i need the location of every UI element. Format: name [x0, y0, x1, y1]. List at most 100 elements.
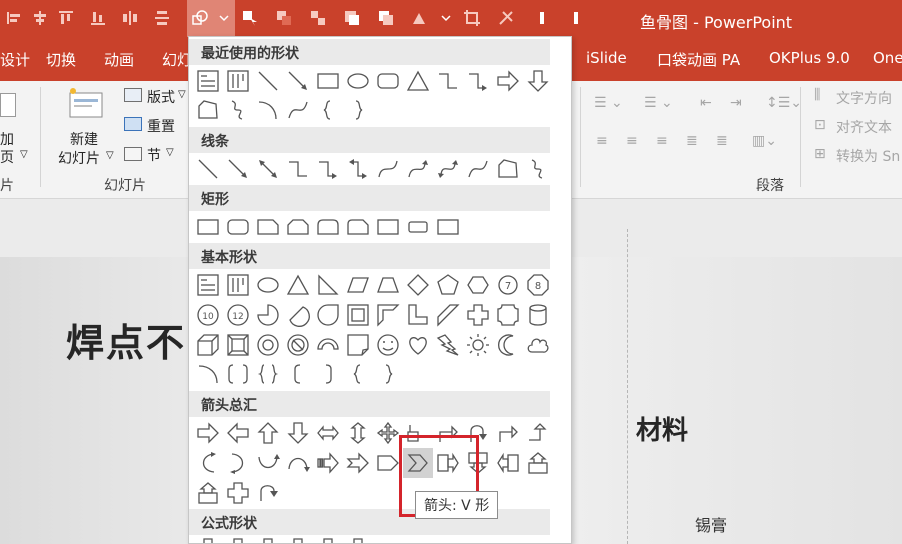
text-direction-icon[interactable]: ⫼ — [814, 87, 820, 103]
crop-icon[interactable] — [462, 8, 482, 28]
shape-bentarrow-icon[interactable] — [493, 418, 523, 448]
shape-ellipse-icon[interactable] — [253, 270, 283, 300]
tab-transitions[interactable]: 切换 — [46, 49, 76, 70]
shape-diagstripe-icon[interactable] — [433, 300, 463, 330]
shape-scurve-icon[interactable] — [463, 154, 493, 184]
smartart-icon[interactable]: ⊞ — [814, 146, 826, 162]
distribute-icon[interactable] — [120, 8, 140, 28]
shape-donut-icon[interactable] — [253, 330, 283, 360]
shape-textbox-icon[interactable] — [193, 270, 223, 300]
slide-text[interactable]: 锡膏 — [695, 512, 727, 536]
shape-diamond-icon[interactable] — [403, 270, 433, 300]
shape-rect-icon[interactable] — [193, 212, 223, 242]
shape-lightning-icon[interactable] — [433, 330, 463, 360]
tab-okplus[interactable]: OKPlus 9.0 — [769, 49, 850, 67]
shape-rbracket-icon[interactable] — [313, 359, 343, 389]
shape-elbow-icon[interactable] — [433, 66, 463, 96]
shape-teardrop-icon[interactable] — [313, 300, 343, 330]
shape-arrowline-icon[interactable] — [223, 154, 253, 184]
add-page-label[interactable]: 加 — [0, 129, 14, 149]
shape-arrowline-icon[interactable] — [283, 66, 313, 96]
shape-curve-icon[interactable] — [373, 154, 403, 184]
shape-rect-icon[interactable] — [313, 66, 343, 96]
shape-cloud-icon[interactable] — [523, 330, 553, 360]
shape-parallelogram-icon[interactable] — [343, 270, 373, 300]
section-icon[interactable] — [124, 147, 142, 161]
section-button[interactable]: 节 — [147, 145, 161, 165]
shape-plus-icon[interactable] — [463, 300, 493, 330]
chevron-down-icon[interactable]: ▽ — [178, 89, 186, 100]
shape-rect-small-icon[interactable] — [403, 212, 433, 242]
new-slide-label[interactable]: 新建 — [70, 129, 98, 149]
shape-tri-icon[interactable] — [403, 66, 433, 96]
shape-striped-icon[interactable] — [313, 448, 343, 478]
shape-pie-icon[interactable] — [253, 300, 283, 330]
shape-bracketpair-icon[interactable] — [223, 359, 253, 389]
shape-smiley-icon[interactable] — [373, 330, 403, 360]
shape-foldcorner-icon[interactable] — [343, 330, 373, 360]
shape-elbowarrow-icon[interactable] — [313, 154, 343, 184]
shape-plus-icon[interactable] — [223, 534, 253, 543]
chevron-down-icon[interactable] — [214, 8, 234, 28]
distribute-vertical-icon[interactable] — [152, 8, 172, 28]
shape-lbracket-icon[interactable] — [283, 359, 313, 389]
shapes-icon[interactable] — [190, 8, 210, 28]
shape-larrow-icon[interactable] — [223, 418, 253, 448]
shape-curvedL-icon[interactable] — [223, 448, 253, 478]
numbering-icon[interactable]: ☰ ⌄ — [644, 95, 673, 111]
shape-can-icon[interactable] — [523, 300, 553, 330]
slide-heading[interactable]: 材料 — [636, 410, 688, 447]
layout-icon[interactable] — [124, 88, 142, 102]
shape-circarrow2-icon[interactable] — [253, 478, 283, 508]
new-slide-icon[interactable] — [68, 87, 104, 119]
shape-trapezoid-icon[interactable] — [373, 270, 403, 300]
shape-darrow-icon[interactable] — [283, 418, 313, 448]
shape-line-icon[interactable] — [193, 154, 223, 184]
shape-callout-u-icon[interactable] — [193, 478, 223, 508]
shape-curvearrow-icon[interactable] — [403, 154, 433, 184]
decrease-indent-icon[interactable]: ⇤ — [700, 95, 712, 111]
justify-icon[interactable]: ≣ — [686, 133, 698, 149]
align-left-icon[interactable] — [4, 8, 24, 28]
align-text-icon[interactable]: ⊡ — [814, 117, 826, 133]
shape-octagon-icon[interactable]: 8 — [523, 270, 553, 300]
shape-textbox-icon[interactable] — [193, 66, 223, 96]
send-backward-icon[interactable] — [376, 8, 396, 28]
tab-onekey[interactable]: One — [873, 49, 902, 67]
shape-notched-icon[interactable] — [343, 448, 373, 478]
shape-curvedR-icon[interactable] — [193, 448, 223, 478]
shape-scribble-icon[interactable] — [223, 95, 253, 125]
shape-plus-icon[interactable] — [193, 534, 223, 543]
align-right-icon[interactable]: ≡ — [656, 133, 668, 149]
shape-freeform-icon[interactable] — [493, 154, 523, 184]
shape-curvedU-icon[interactable] — [253, 448, 283, 478]
distributed-icon[interactable]: ≣ — [716, 133, 728, 149]
reset-button[interactable]: 重置 — [147, 116, 175, 136]
shape-blockarc-icon[interactable] — [313, 330, 343, 360]
shape-arc-icon[interactable] — [253, 95, 283, 125]
align-center-icon[interactable] — [30, 8, 50, 28]
align-center-icon[interactable]: ≡ — [626, 133, 638, 149]
shape-rtri-icon[interactable] — [313, 270, 343, 300]
bring-forward-icon[interactable] — [342, 8, 362, 28]
slide-title[interactable]: 焊点不 — [66, 312, 186, 367]
shape-bevel-icon[interactable] — [223, 330, 253, 360]
shape-bracepair-icon[interactable] — [253, 359, 283, 389]
shape-rect-round2-icon[interactable] — [313, 212, 343, 242]
rotate-icon[interactable] — [410, 8, 430, 28]
width-icon[interactable] — [532, 8, 552, 28]
shape-rarrow-icon[interactable] — [193, 418, 223, 448]
shape-sun-icon[interactable] — [463, 330, 493, 360]
add-page-icon[interactable] — [0, 93, 16, 117]
shape-rect-icon[interactable] — [373, 212, 403, 242]
line-spacing-icon[interactable]: ↕☰⌄ — [766, 95, 802, 111]
shape-lrarrow-icon[interactable] — [313, 418, 343, 448]
shape-line-icon[interactable] — [253, 66, 283, 96]
shape-uarrow-icon[interactable] — [253, 418, 283, 448]
tab-design[interactable]: 设计 — [0, 49, 30, 70]
align-left-icon[interactable]: ≡ — [596, 133, 608, 149]
shape-callout-l-icon[interactable] — [493, 448, 523, 478]
columns-icon[interactable]: ▥⌄ — [752, 133, 777, 149]
increase-indent-icon[interactable]: ⇥ — [730, 95, 742, 111]
shape-plus-icon[interactable] — [343, 534, 373, 543]
